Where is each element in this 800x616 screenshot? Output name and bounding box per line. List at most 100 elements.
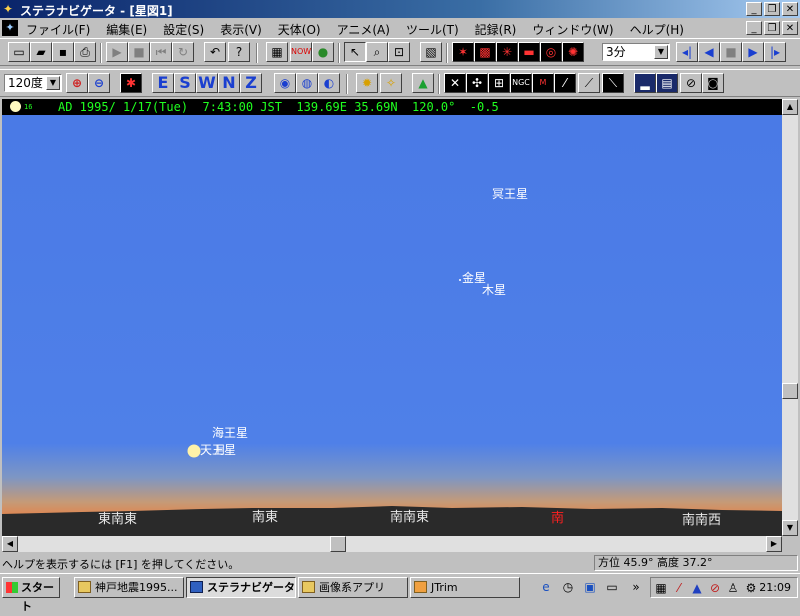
- redo-icon[interactable]: ↻: [172, 42, 194, 62]
- scroll-down-icon[interactable]: ▼: [782, 520, 798, 536]
- app-icon[interactable]: ✦: [3, 2, 17, 16]
- horizontal-scrollbar[interactable]: ◀ ▶: [2, 536, 782, 552]
- start-button[interactable]: スタート: [2, 577, 60, 613]
- menu-edit[interactable]: 編集(E): [106, 20, 147, 39]
- datetime-icon[interactable]: ▦: [266, 42, 288, 62]
- sky-view[interactable]: 冥王星 金星 木星 海王星 天王星 月 東南東 南東 南南東 南 南南西: [2, 115, 782, 536]
- minimize-button[interactable]: _: [746, 2, 762, 16]
- tray-pen-icon[interactable]: ⁄: [671, 580, 687, 596]
- document-icon[interactable]: ✦: [2, 20, 18, 36]
- rotate-left-icon[interactable]: ◍: [296, 73, 318, 93]
- menu-help[interactable]: ヘルプ(H): [630, 20, 684, 39]
- pause-icon[interactable]: ■: [720, 42, 742, 62]
- moon-toggle-icon[interactable]: ✧: [380, 73, 402, 93]
- browser-icon[interactable]: e: [538, 579, 554, 595]
- new-file-icon[interactable]: ▭: [8, 42, 30, 62]
- scroll-left-icon[interactable]: ◀: [2, 536, 18, 552]
- orbit-icon[interactable]: ◎: [540, 42, 562, 62]
- menu-view[interactable]: 表示(V): [220, 20, 262, 39]
- pointer-icon[interactable]: ↖: [344, 42, 366, 62]
- equator-icon[interactable]: ▤: [656, 73, 678, 93]
- menu-record[interactable]: 記録(R): [475, 20, 517, 39]
- camera-icon[interactable]: ◙: [702, 73, 724, 93]
- neptune-label[interactable]: 海王星: [212, 424, 248, 441]
- compass-icon[interactable]: ⊘: [680, 73, 702, 93]
- scroll-up-icon[interactable]: ▲: [782, 99, 798, 115]
- doc-close-button[interactable]: ✕: [782, 21, 798, 35]
- constellation-lines-icon[interactable]: ⊞: [488, 73, 510, 93]
- interval-select[interactable]: 3分 ▼: [602, 43, 670, 61]
- play-icon[interactable]: ▶: [106, 42, 128, 62]
- messier-icon[interactable]: M: [532, 73, 554, 93]
- now-icon[interactable]: NOW: [290, 42, 312, 62]
- moon-disk[interactable]: [187, 444, 201, 458]
- rotate-right-icon[interactable]: ◐: [318, 73, 340, 93]
- direction-east-button[interactable]: E: [152, 73, 174, 93]
- telescope-icon[interactable]: ▧: [420, 42, 442, 62]
- folder-shortcut-icon[interactable]: ▭: [604, 579, 620, 595]
- tray-alert-icon[interactable]: ▲: [689, 580, 705, 596]
- forward-icon[interactable]: ▶: [742, 42, 764, 62]
- direction-zenith-button[interactable]: Z: [240, 73, 262, 93]
- select-icon[interactable]: ⊡: [388, 42, 410, 62]
- desktop-icon[interactable]: ▣: [582, 579, 598, 595]
- ecliptic-icon[interactable]: ✣: [466, 73, 488, 93]
- star-chart-icon[interactable]: ✶: [452, 42, 474, 62]
- vertical-scrollbar[interactable]: ▲ ▼: [782, 99, 798, 536]
- menu-settings[interactable]: 設定(S): [163, 20, 204, 39]
- grid-icon[interactable]: ✕: [444, 73, 466, 93]
- tray-misc-icon[interactable]: ⚙: [743, 580, 759, 596]
- horizontal-scroll-thumb[interactable]: [330, 536, 346, 552]
- meteor-icon[interactable]: ⁄: [554, 73, 576, 93]
- menu-file[interactable]: ファイル(F): [26, 20, 90, 39]
- comet-icon[interactable]: ⟋: [578, 73, 600, 93]
- menu-objects[interactable]: 天体(O): [278, 20, 321, 39]
- rotate-icon[interactable]: ◉: [274, 73, 296, 93]
- open-folder-icon[interactable]: ▰: [30, 42, 52, 62]
- zoom-out-icon[interactable]: ⊖: [88, 73, 110, 93]
- milkyway-icon[interactable]: ⟍: [602, 73, 624, 93]
- save-icon[interactable]: ▪: [52, 42, 74, 62]
- scroll-right-icon[interactable]: ▶: [766, 536, 782, 552]
- solar-system-icon[interactable]: ▬: [518, 42, 540, 62]
- moon-label[interactable]: 月: [214, 441, 226, 458]
- direction-north-button[interactable]: N: [218, 73, 240, 93]
- constellation-icon[interactable]: ✳: [496, 42, 518, 62]
- jupiter-label[interactable]: 木星: [482, 281, 506, 298]
- clock-app-icon[interactable]: ◷: [560, 579, 576, 595]
- task-kobe-earthquake[interactable]: 神戸地震1995...: [74, 577, 184, 598]
- print-icon[interactable]: ⎙: [74, 42, 96, 62]
- step-back-icon[interactable]: ◂|: [676, 42, 698, 62]
- menu-window[interactable]: ウィンドウ(W): [532, 20, 613, 39]
- stop-icon[interactable]: ■: [128, 42, 150, 62]
- tray-user-icon[interactable]: ♙: [725, 580, 741, 596]
- landscape-icon[interactable]: ▲: [412, 73, 434, 93]
- names-icon[interactable]: NGC: [510, 73, 532, 93]
- pluto-label[interactable]: 冥王星: [492, 185, 528, 202]
- task-jtrim[interactable]: JTrim: [410, 577, 520, 598]
- help-icon[interactable]: ?: [228, 42, 250, 62]
- menu-tools[interactable]: ツール(T): [406, 20, 459, 39]
- direction-south-button[interactable]: S: [174, 73, 196, 93]
- zoom-in-icon[interactable]: ⊕: [66, 73, 88, 93]
- task-image-apps[interactable]: 画像系アプリ: [298, 577, 408, 598]
- target-icon[interactable]: ✱: [120, 73, 142, 93]
- chevron-down-icon[interactable]: ▼: [46, 76, 60, 90]
- rewind-icon[interactable]: ⏮: [150, 42, 172, 62]
- vertical-scroll-thumb[interactable]: [782, 383, 798, 399]
- more-icon[interactable]: »: [628, 579, 644, 595]
- fov-select[interactable]: 120度 ▼: [4, 74, 62, 92]
- close-button[interactable]: ✕: [782, 2, 798, 16]
- doc-minimize-button[interactable]: _: [746, 21, 762, 35]
- galaxy-icon[interactable]: ✺: [562, 42, 584, 62]
- doc-restore-button[interactable]: ❐: [764, 21, 780, 35]
- undo-icon[interactable]: ↶: [204, 42, 226, 62]
- horizon-icon[interactable]: ▂: [634, 73, 656, 93]
- step-forward-icon[interactable]: |▸: [764, 42, 786, 62]
- tray-volume-icon[interactable]: ⊘: [707, 580, 723, 596]
- zoom-icon[interactable]: ⌕: [366, 42, 388, 62]
- direction-west-button[interactable]: W: [196, 73, 218, 93]
- task-stellanavigator[interactable]: ステラナビゲータ...: [186, 577, 296, 598]
- planet-chart-icon[interactable]: ▩: [474, 42, 496, 62]
- tray-network-icon[interactable]: ▦: [653, 580, 669, 596]
